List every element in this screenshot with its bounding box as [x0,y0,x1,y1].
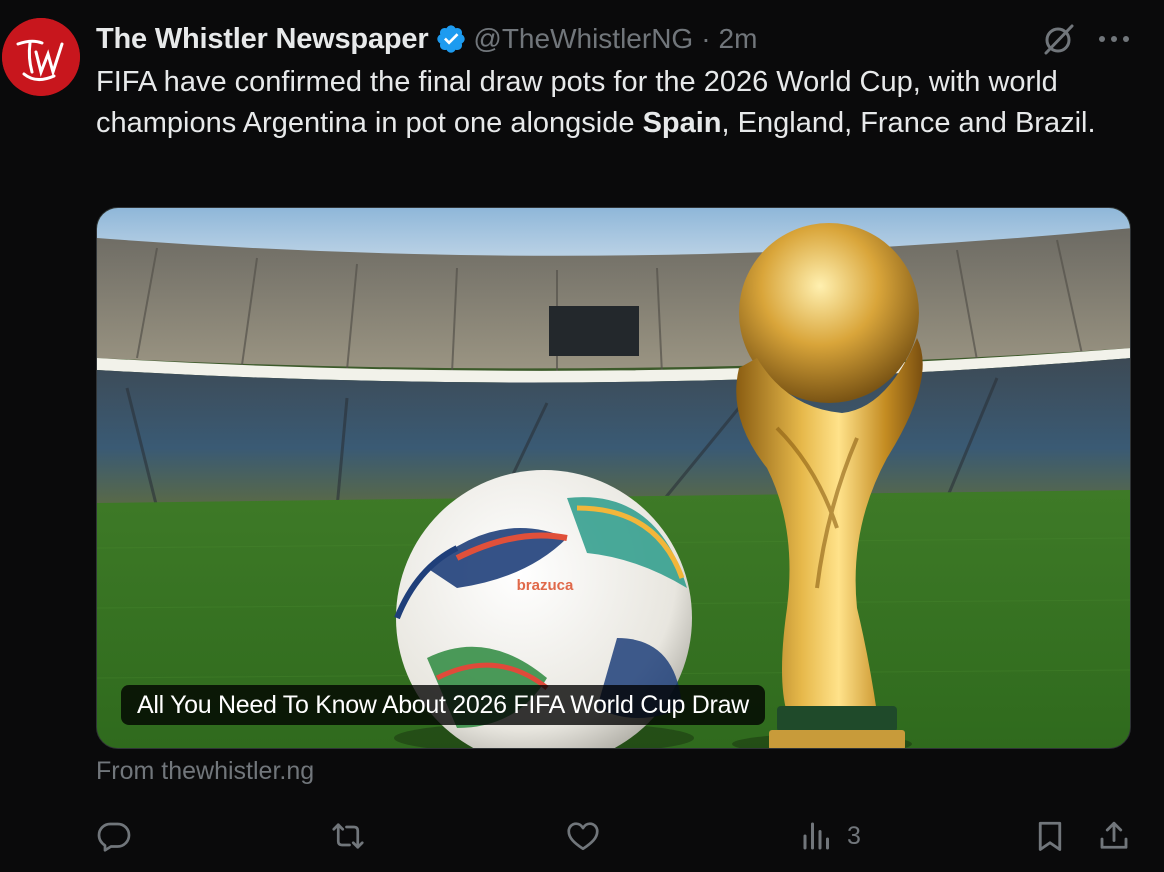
tweet-text-bold: Spain [642,106,722,139]
more-options-icon[interactable] [1094,22,1134,56]
tweet-timestamp[interactable]: 2m [719,23,758,55]
reply-icon [97,822,131,852]
views-count: 3 [847,821,861,850]
link-card[interactable]: brazuca All You Need To Know About 2026 … [96,207,1131,749]
card-title[interactable]: All You Need To Know About 2026 FIFA Wor… [121,685,765,725]
card-image: brazuca [97,208,1130,748]
tweet-text-part: , England, France and Brazil. [721,106,1096,139]
ball-brand-label: brazuca [517,577,574,594]
heart-icon [567,822,599,851]
avatar[interactable]: TW [2,18,80,96]
tweet-header: The Whistler Newspaper @TheWhistlerNG · … [96,20,757,58]
bookmark-button[interactable] [1032,814,1068,858]
tweet-text: FIFA have confirmed the final draw pots … [96,62,1146,143]
author-display-name[interactable]: The Whistler Newspaper [96,23,429,56]
like-button[interactable] [565,814,613,858]
avatar-text: TW [40,89,42,91]
views-button[interactable]: 3 [799,814,861,858]
card-source-link[interactable]: From thewhistler.ng [96,757,314,786]
views-icon [803,822,829,850]
tweet-article[interactable]: TW The Whistler Newspaper @TheWhistlerNG… [0,0,1164,872]
share-icon [1100,821,1128,849]
repost-icon [332,823,364,849]
reply-button[interactable] [96,814,144,858]
repost-button[interactable] [330,814,378,858]
grok-icon[interactable] [1040,22,1078,56]
header-separator: · [701,23,711,54]
author-handle[interactable]: @TheWhistlerNG [473,23,693,55]
share-button[interactable] [1096,814,1132,858]
bookmark-icon [1038,821,1062,851]
verified-badge-icon[interactable] [435,23,467,55]
